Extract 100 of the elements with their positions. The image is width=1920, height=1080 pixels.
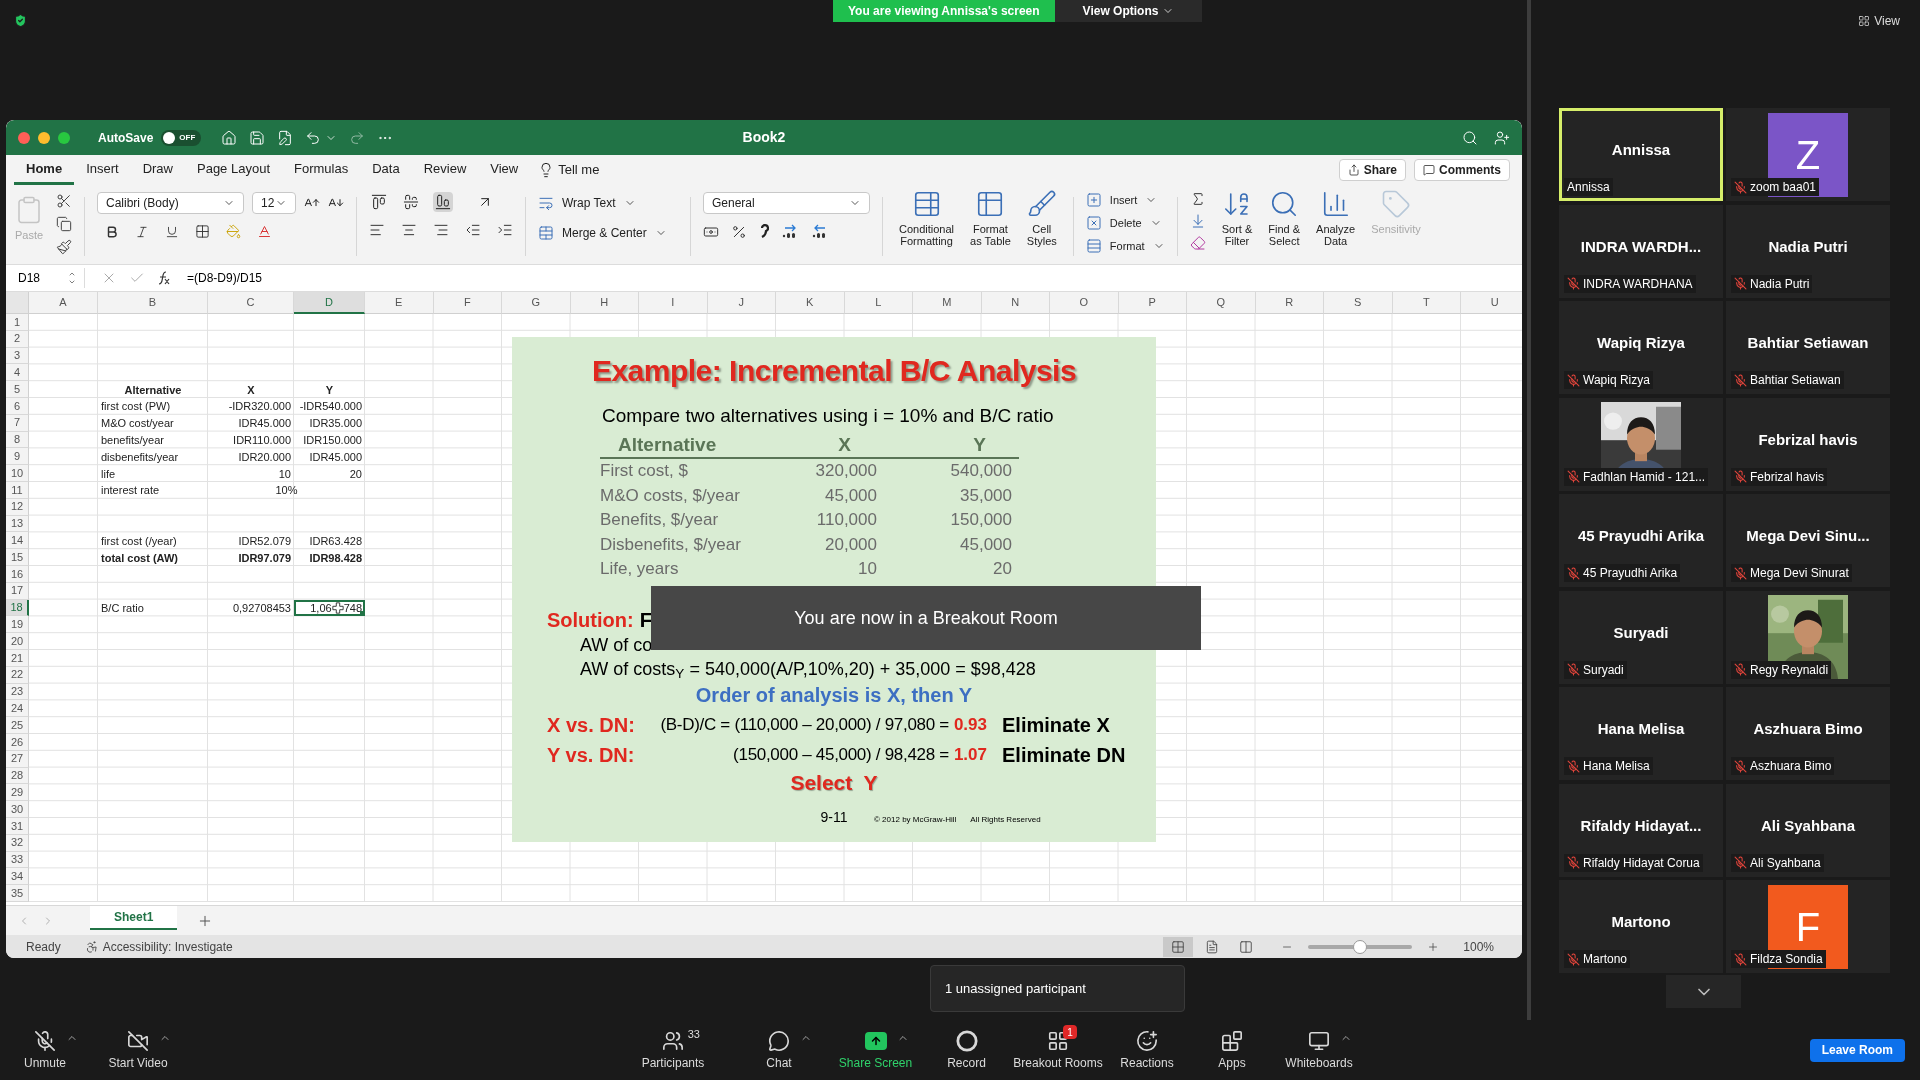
table-cell[interactable]: total cost (AW) bbox=[98, 549, 208, 566]
column-header[interactable]: B bbox=[98, 292, 208, 314]
ribbon-button[interactable]: Analyze Data bbox=[1312, 189, 1360, 247]
column-header[interactable]: O bbox=[1050, 292, 1119, 314]
font-size-dropdown[interactable]: 12 bbox=[252, 192, 296, 214]
autosave-toggle[interactable]: OFF bbox=[161, 129, 202, 146]
row-header[interactable]: 35 bbox=[6, 885, 29, 902]
ribbon-button[interactable]: Conditional Formatting bbox=[895, 189, 959, 247]
monitor-icon[interactable] bbox=[1308, 1030, 1330, 1052]
video-off-icon[interactable] bbox=[127, 1030, 149, 1052]
participant-tile[interactable]: Wapiq Rizya Wapiq Rizya bbox=[1559, 301, 1723, 394]
underline-icon[interactable] bbox=[165, 224, 179, 239]
tell-me-search[interactable]: Tell me bbox=[558, 160, 600, 180]
chat-bubble-icon[interactable] bbox=[768, 1030, 790, 1052]
view-mode-button[interactable] bbox=[1163, 936, 1194, 957]
cells-menu-button[interactable]: Format bbox=[1109, 237, 1145, 255]
grid-icon[interactable] bbox=[1047, 1030, 1069, 1052]
cut-icon[interactable] bbox=[56, 193, 72, 209]
table-cell[interactable]: IDR52.079 bbox=[208, 532, 294, 550]
participant-tile[interactable]: Fadhlan Hamid - 121... bbox=[1559, 397, 1723, 491]
brush-icon[interactable] bbox=[1026, 189, 1057, 219]
fill-handle[interactable] bbox=[360, 611, 365, 617]
row-header[interactable]: 9 bbox=[6, 448, 29, 466]
sheet-tab[interactable]: Sheet1 bbox=[90, 905, 178, 930]
ribbon-tab[interactable]: Page Layout bbox=[185, 155, 282, 185]
participant-tile[interactable]: Mega Devi Sinu... Mega Devi Sinurat bbox=[1726, 494, 1890, 587]
share-icon[interactable] bbox=[1347, 164, 1360, 176]
italic-icon[interactable] bbox=[135, 224, 149, 239]
ribbon-button[interactable]: Find & Select bbox=[1264, 189, 1305, 247]
columns-icon[interactable] bbox=[1239, 939, 1254, 954]
row-header[interactable]: 10 bbox=[6, 465, 29, 482]
cells-menu-button[interactable]: Insert bbox=[1109, 191, 1138, 209]
insert-icon[interactable] bbox=[1085, 192, 1102, 208]
column-header[interactable]: J bbox=[707, 292, 776, 314]
home-icon[interactable] bbox=[221, 129, 238, 146]
wrap-text-button[interactable]: Wrap Text bbox=[562, 194, 616, 212]
toolbar-button[interactable]: Apps bbox=[1218, 1054, 1246, 1072]
ribbon-button[interactable]: Cell Styles bbox=[1022, 189, 1061, 247]
table-cell[interactable]: 10 bbox=[208, 465, 294, 482]
align-left-icon[interactable] bbox=[369, 222, 385, 238]
search-icon[interactable] bbox=[1462, 129, 1478, 146]
table-cell[interactable]: B/C ratio bbox=[98, 599, 208, 617]
column-header[interactable]: Q bbox=[1187, 292, 1256, 314]
merge-cells-icon[interactable] bbox=[538, 225, 554, 241]
fill-color-icon[interactable] bbox=[226, 224, 241, 239]
table-cell[interactable]: IDR110.000 bbox=[208, 431, 294, 449]
participant-tile[interactable]: Bahtiar Setiawan Bahtiar Setiawan bbox=[1726, 301, 1890, 394]
accessibility-status[interactable]: Accessibility: Investigate bbox=[102, 937, 233, 956]
table-cell[interactable]: benefits/year bbox=[98, 431, 208, 449]
row-header[interactable]: 14 bbox=[6, 532, 29, 550]
table-cell[interactable]: Y bbox=[294, 381, 365, 398]
participant-tile[interactable]: 45 Prayudhi Arika 45 Prayudhi Arika bbox=[1559, 494, 1723, 587]
zoom-slider-thumb[interactable] bbox=[1353, 939, 1368, 954]
table-cell[interactable]: 0,92708453 bbox=[208, 599, 294, 617]
person-add-icon[interactable] bbox=[1494, 129, 1510, 146]
toolbar-button[interactable]: Participants bbox=[641, 1054, 705, 1072]
table-cell[interactable]: IDR45.000 bbox=[208, 414, 294, 432]
table-cell[interactable]: IDR63.428 bbox=[294, 532, 365, 550]
align-right-icon[interactable] bbox=[433, 222, 449, 238]
table-cell[interactable]: 1,06 748 bbox=[294, 599, 365, 617]
share-button[interactable]: Share bbox=[1338, 159, 1406, 181]
undo-icon[interactable] bbox=[305, 129, 322, 146]
comment-icon[interactable] bbox=[1423, 164, 1435, 176]
number-format-dropdown[interactable]: General bbox=[703, 192, 870, 214]
percent-icon[interactable] bbox=[731, 224, 747, 240]
toolbar-button[interactable]: Breakout Rooms bbox=[1013, 1054, 1103, 1072]
column-header[interactable]: S bbox=[1324, 292, 1393, 314]
share-screen-icon[interactable] bbox=[864, 1032, 887, 1050]
participant-tile[interactable]: INDRA WARDH... INDRA WARDHANA bbox=[1559, 204, 1723, 298]
comments-button[interactable]: Comments bbox=[1414, 159, 1510, 181]
column-header[interactable]: R bbox=[1255, 292, 1324, 314]
column-header[interactable]: L bbox=[844, 292, 913, 314]
ribbon-tab[interactable]: Formulas bbox=[282, 155, 361, 185]
column-header[interactable]: H bbox=[570, 292, 639, 314]
toolbar-button[interactable]: Record bbox=[947, 1054, 986, 1072]
table-cell[interactable]: IDR35.000 bbox=[294, 414, 365, 432]
row-header[interactable]: 19 bbox=[6, 616, 29, 634]
column-header[interactable]: T bbox=[1392, 292, 1461, 314]
window-maximize-button[interactable] bbox=[58, 131, 70, 144]
record-icon[interactable] bbox=[955, 1030, 978, 1052]
table-cell[interactable]: IDR98.428 bbox=[294, 549, 365, 566]
row-header[interactable]: 34 bbox=[6, 868, 29, 886]
leave-room-button[interactable]: Leave Room bbox=[1809, 1038, 1905, 1062]
font-dropdown[interactable]: Calibri (Body) bbox=[97, 192, 244, 214]
ribbon-button[interactable]: Format as Table bbox=[966, 189, 1015, 247]
table-cell[interactable]: 10% bbox=[208, 481, 365, 499]
rows-icon[interactable] bbox=[1085, 238, 1102, 254]
participant-tile[interactable]: Nadia Putri Nadia Putri bbox=[1726, 204, 1890, 298]
participant-tile[interactable]: Ali Syahbana Ali Syahbana bbox=[1726, 783, 1890, 877]
row-header[interactable]: 20 bbox=[6, 633, 29, 650]
ribbon-tab[interactable]: Insert bbox=[74, 155, 131, 185]
stepper-up-icon[interactable] bbox=[68, 270, 76, 278]
column-header[interactable]: M bbox=[913, 292, 982, 314]
ribbon-tab[interactable]: Review bbox=[411, 155, 479, 185]
zoom-percentage[interactable]: 100% bbox=[1463, 937, 1494, 956]
toolbar-button[interactable]: Chat bbox=[766, 1054, 792, 1072]
edit-document-icon[interactable] bbox=[277, 129, 294, 146]
column-header[interactable]: K bbox=[776, 292, 845, 314]
grid-icon[interactable] bbox=[1858, 15, 1871, 27]
column-header[interactable]: F bbox=[433, 292, 502, 314]
